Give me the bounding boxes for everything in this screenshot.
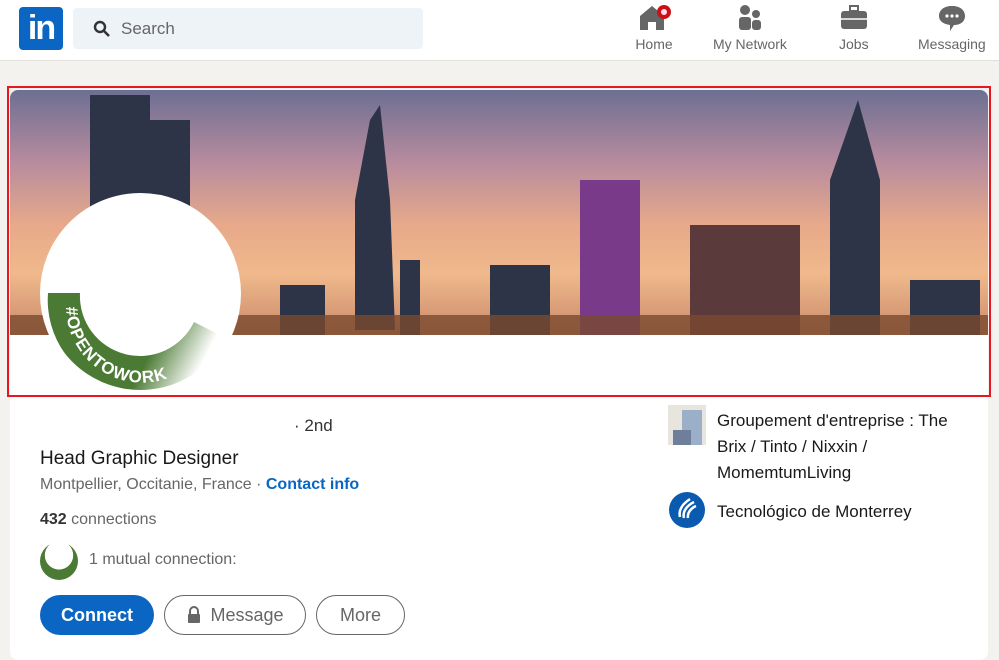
- university-logo: [669, 492, 705, 528]
- linkedin-logo[interactable]: in: [19, 7, 63, 50]
- people-icon: [738, 5, 761, 30]
- mutual-avatar[interactable]: [40, 542, 78, 580]
- nav-jobs[interactable]: Jobs: [839, 4, 869, 52]
- connections[interactable]: 432 connections: [40, 511, 157, 529]
- connection-degree: · 2nd: [294, 416, 333, 435]
- message-label: Message: [210, 604, 284, 625]
- headline: Head Graphic Designer: [40, 448, 239, 469]
- more-button[interactable]: More: [316, 595, 405, 635]
- connections-label: connections: [71, 511, 157, 528]
- nav-messaging[interactable]: Messaging: [918, 4, 986, 52]
- location-text: Montpellier, Occitanie, France ·: [40, 476, 262, 493]
- connect-button[interactable]: Connect: [40, 595, 154, 635]
- search-placeholder: Search: [121, 18, 175, 38]
- contact-info-link[interactable]: Contact info: [266, 476, 359, 493]
- opentowork-frame: #OPENTOWORK: [47, 293, 224, 390]
- search-icon: [93, 20, 110, 37]
- nav-home[interactable]: Home: [634, 4, 674, 52]
- top-nav: in Search Home My Network Jobs Messaging: [0, 0, 999, 61]
- home-icon: [640, 5, 671, 30]
- nav-label: My Network: [713, 36, 787, 52]
- education[interactable]: Tecnológico de Monterrey: [717, 502, 912, 522]
- nav-label: Home: [635, 36, 673, 52]
- briefcase-icon: [840, 5, 867, 29]
- message-button[interactable]: Message: [164, 595, 306, 635]
- nav-label: Jobs: [839, 36, 869, 52]
- chat-icon: [938, 6, 965, 31]
- current-company[interactable]: Groupement d'entreprise : The Brix / Tin…: [717, 408, 957, 486]
- nav-my-network[interactable]: My Network: [713, 4, 787, 52]
- search-input[interactable]: Search: [73, 8, 423, 49]
- company-logo: [668, 405, 706, 445]
- profile-avatar[interactable]: #OPENTOWORK: [40, 193, 241, 394]
- nav-label: Messaging: [918, 36, 986, 52]
- mutual-connections[interactable]: 1 mutual connection:: [89, 551, 237, 569]
- lock-icon: [188, 606, 201, 623]
- location: Montpellier, Occitanie, France · Contact…: [40, 476, 359, 494]
- connections-count: 432: [40, 511, 67, 528]
